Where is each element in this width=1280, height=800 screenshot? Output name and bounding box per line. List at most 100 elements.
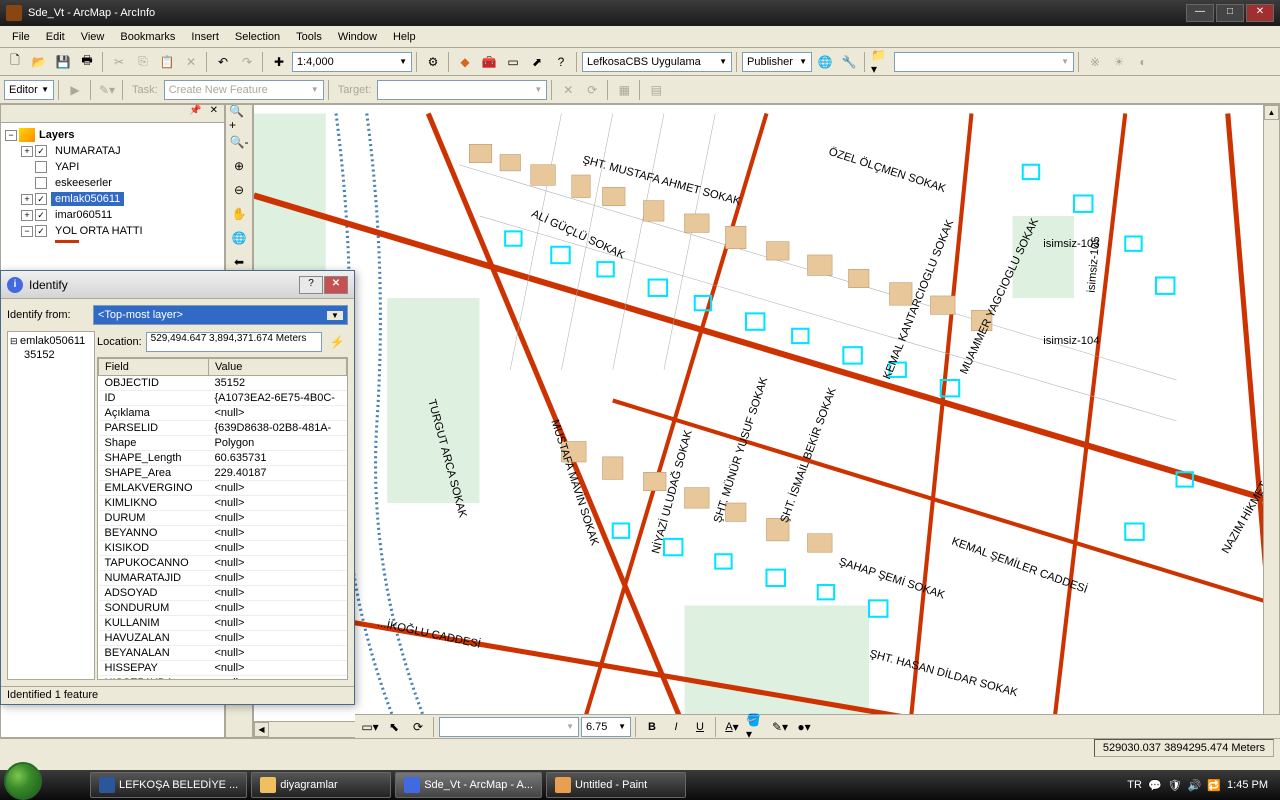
app-menu[interactable]: LefkosaCBS Uygulama ▼ [582,52,732,72]
italic-button[interactable]: I [665,716,687,738]
identify-from-combo[interactable]: <Top-most layer> ▼ [93,305,348,325]
layer-eskeeserler[interactable]: eskeeserler [51,176,116,190]
arctoolbox-button[interactable]: 🧰 [478,51,500,73]
attr-row[interactable]: DURUM<null> [99,511,347,526]
open-button[interactable]: 📂 [28,51,50,73]
layer-imar[interactable]: imar060511 [51,208,116,222]
toc-tree[interactable]: − Layers + ✓ NUMARATAJ + YAPI + eskeeser… [1,123,224,248]
attr-row[interactable]: HISSEPAYDA<null> [99,676,347,681]
attr-row[interactable]: KIMLIKNO<null> [99,496,347,511]
font-combo[interactable]: ▼ [439,717,579,737]
save-button[interactable]: 💾 [52,51,74,73]
attr-row[interactable]: KISIKOD<null> [99,541,347,556]
zoom-out-icon[interactable]: 🔍- [228,131,250,153]
attr-row[interactable]: OBJECTID35152 [99,376,347,391]
new-button[interactable]: 🗋 [4,51,26,73]
start-button[interactable] [4,762,42,800]
lang-indicator[interactable]: TR [1127,779,1142,791]
attr-row[interactable]: BEYANALAN<null> [99,646,347,661]
layer-checkbox[interactable] [35,161,47,173]
toc-pushpin-icon[interactable]: 📌 [185,105,205,122]
model-builder-button[interactable]: ⬈ [526,51,548,73]
editor-menu[interactable]: Editor ▼ [4,80,54,100]
attr-row[interactable]: ShapePolygon [99,436,347,451]
flash-button[interactable]: ⚡ [326,331,348,353]
identify-tree[interactable]: ⊟ emlak050611 35152 [7,331,95,680]
fill-color-button[interactable]: 🪣▾ [745,716,767,738]
layer-checkbox[interactable]: ✓ [35,145,47,157]
attr-row[interactable]: Açıklama<null> [99,406,347,421]
rotate-icon[interactable]: ⟳ [581,79,603,101]
tree-expand-icon[interactable]: + [21,194,33,205]
layer-yol[interactable]: YOL ORTA HATTI [51,224,147,238]
attr-row[interactable]: KULLANIM<null> [99,616,347,631]
sketch-tool[interactable]: ✎▾ [96,79,118,101]
clock[interactable]: 1:45 PM [1227,779,1268,791]
system-tray[interactable]: TR 💬 🛡 🔊 🔁 1:45 PM [1119,779,1276,792]
copy-button[interactable]: ⎘ [132,51,154,73]
menu-insert[interactable]: Insert [183,29,227,45]
help-button[interactable]: ? [550,51,572,73]
attr-row[interactable]: ADSOYAD<null> [99,586,347,601]
attr-row[interactable]: TAPUKOCANNO<null> [99,556,347,571]
menu-selection[interactable]: Selection [227,29,288,45]
bold-button[interactable]: B [641,716,663,738]
layer-checkbox[interactable]: ✓ [35,209,47,221]
editor-toolbar-icon[interactable]: ⚙ [422,51,444,73]
attr-row[interactable]: HISSEPAY<null> [99,661,347,676]
scroll-up-icon[interactable]: ▲ [1264,105,1279,120]
sketch-properties-icon[interactable]: ▤ [645,79,667,101]
menu-window[interactable]: Window [330,29,385,45]
full-extent-icon[interactable]: 🌐 [228,227,250,249]
delete-button[interactable]: ✕ [180,51,202,73]
attr-row[interactable]: SHAPE_Length60.635731 [99,451,347,466]
geoprocessing-button[interactable]: 📁▾ [870,51,892,73]
line-color-button[interactable]: ✎▾ [769,716,791,738]
attr-row[interactable]: EMLAKVERGINO<null> [99,481,347,496]
field-header[interactable]: Field [99,359,209,376]
edit-tool[interactable]: ▶ [64,79,86,101]
undo-button[interactable]: ↶ [212,51,234,73]
scroll-left-icon[interactable]: ◀ [254,722,269,737]
menu-view[interactable]: View [73,29,113,45]
attr-row[interactable]: PARSELID{639D8638-02B8-481A- [99,421,347,436]
menu-edit[interactable]: Edit [38,29,73,45]
attr-row[interactable]: BEYANNO<null> [99,526,347,541]
publisher-icon1[interactable]: 🌐 [814,51,836,73]
drawing-menu[interactable]: ▭▾ [359,716,381,738]
geoprocessing-combo[interactable]: ▼ [894,52,1074,72]
tray-icon[interactable]: 🛡 [1168,779,1182,792]
tree-expand-icon[interactable]: − [21,226,33,237]
map-scroll-vertical[interactable]: ▲ [1263,105,1279,721]
tray-icon[interactable]: 💬 [1148,779,1162,792]
underline-button[interactable]: U [689,716,711,738]
layer-checkbox[interactable]: ✓ [35,225,47,237]
zoom-in-icon[interactable]: 🔍+ [228,107,250,129]
tree-expand-icon[interactable]: + [21,210,33,221]
marker-color-button[interactable]: ●▾ [793,716,815,738]
font-color-button[interactable]: A▾ [721,716,743,738]
task-item-paint[interactable]: Untitled - Paint [546,772,686,798]
map-canvas[interactable]: ŞHT. MUSTAFA AHMET SOKAK ÖZEL ÖLÇMEN SOK… [253,104,1280,738]
minimize-button[interactable]: — [1186,4,1214,22]
menu-bookmarks[interactable]: Bookmarks [112,29,183,45]
layer-emlak[interactable]: emlak050611 [51,192,124,206]
cut-button[interactable]: ✂ [108,51,130,73]
layer-checkbox[interactable] [35,177,47,189]
task-item-word[interactable]: LEFKOŞA BELEDİYE ... [90,772,247,798]
task-item-folder[interactable]: diyagramlar [251,772,391,798]
menu-file[interactable]: File [4,29,38,45]
command-line-button[interactable]: ▭ [502,51,524,73]
map-scale-combo[interactable]: 1:4,000 ▼ [292,52,412,72]
tray-icon[interactable]: 🔊 [1188,779,1202,792]
layer-numarataj[interactable]: NUMARATAJ [51,144,125,158]
attribute-table[interactable]: Field Value OBJECTID35152ID{A1073EA2-6E7… [97,357,348,680]
toc-close-icon[interactable]: ✕ [206,105,222,122]
target-combo[interactable]: ▼ [377,80,547,100]
add-data-button[interactable]: ✚ [268,51,290,73]
menu-tools[interactable]: Tools [288,29,330,45]
rotate-icon[interactable]: ⟳ [407,716,429,738]
attr-row[interactable]: SONDURUM<null> [99,601,347,616]
layer-yapi[interactable]: YAPI [51,160,83,174]
publisher-menu[interactable]: Publisher ▼ [742,52,812,72]
